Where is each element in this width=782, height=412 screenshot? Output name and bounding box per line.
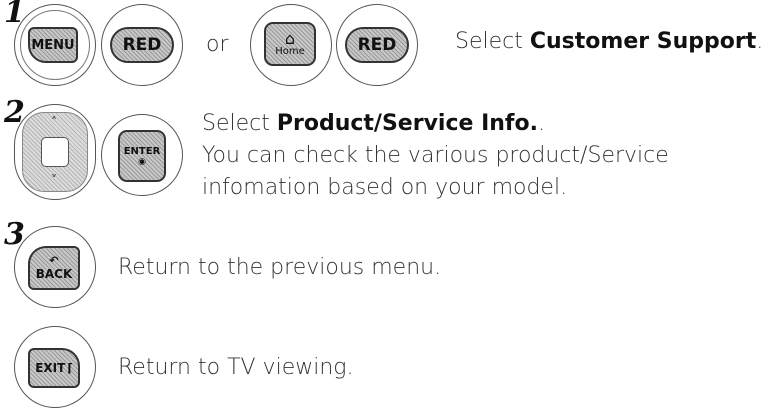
step-2-line-3: infomation based on your model. — [202, 175, 568, 200]
enter-button[interactable]: ENTER ◉ — [118, 130, 166, 182]
step-1-instruction: Select Customer Support. — [455, 27, 763, 57]
step-2-prefix: Select — [202, 111, 277, 136]
up-arrow-icon[interactable]: ˄ — [51, 115, 57, 129]
ok-center-button[interactable] — [41, 137, 69, 167]
red-button-2[interactable]: RED — [345, 27, 409, 63]
customer-support-label: Customer Support — [529, 29, 757, 54]
exit-bracket-icon: ⌈ — [67, 361, 73, 375]
or-text: or — [206, 32, 229, 57]
dpad-navigation[interactable]: ˄ ˅ — [22, 112, 88, 192]
step-2-suffix: . — [537, 111, 545, 136]
step-1-suffix: . — [756, 29, 764, 54]
back-button[interactable]: ↶ BACK — [28, 246, 80, 290]
product-service-info-label: Product/Service Info. — [276, 111, 538, 136]
back-button-label: BACK — [35, 267, 73, 281]
red-button-1[interactable]: RED — [110, 27, 174, 63]
home-button[interactable]: ⌂ Home — [264, 22, 316, 66]
down-arrow-icon[interactable]: ˅ — [51, 173, 57, 187]
step-2-line-2: You can check the various product/Servic… — [202, 143, 669, 168]
back-arrow-icon: ↶ — [49, 254, 59, 267]
enter-dot-icon: ◉ — [138, 156, 146, 167]
exit-button-label: EXIT — [35, 361, 66, 375]
menu-button[interactable]: MENU — [28, 27, 78, 63]
home-icon: ⌂ — [284, 28, 296, 48]
step-2-line-1: Select Product/Service Info.. — [202, 109, 545, 139]
enter-button-label: ENTER — [123, 145, 161, 157]
exit-button[interactable]: EXIT ⌈ — [28, 348, 80, 388]
step-4-instruction: Return to TV viewing. — [118, 355, 354, 380]
step-1-prefix: Select — [455, 29, 530, 54]
home-button-label: Home — [275, 45, 305, 57]
step-3-instruction: Return to the previous menu. — [118, 255, 442, 280]
